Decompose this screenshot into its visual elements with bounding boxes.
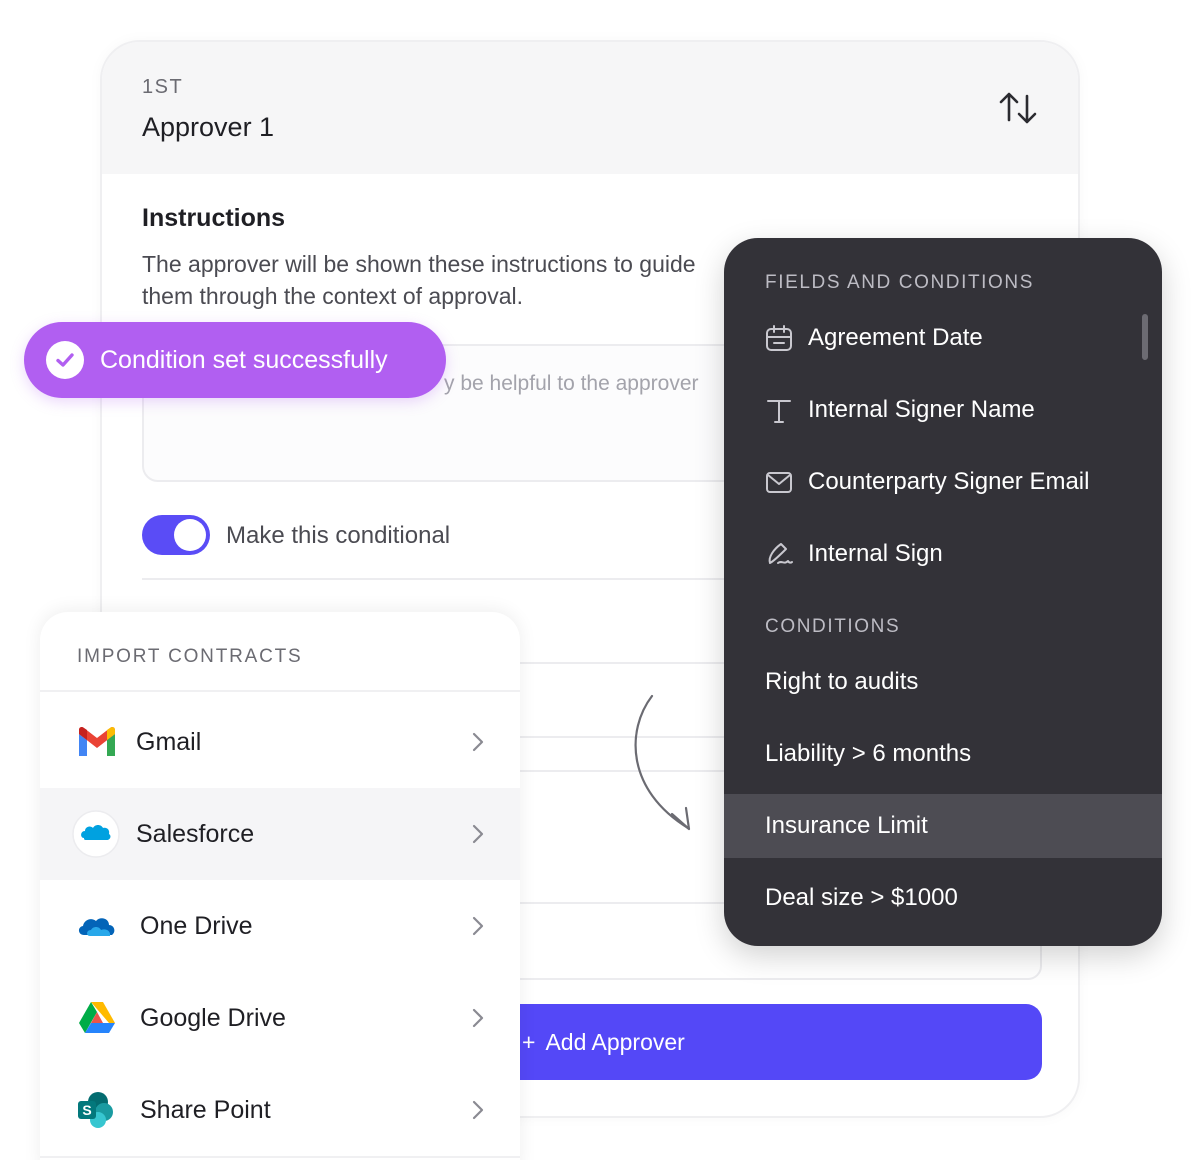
conditional-toggle[interactable] — [142, 515, 210, 555]
instructions-heading: Instructions — [142, 204, 286, 232]
field-item-internal-sign[interactable]: Internal Sign — [724, 522, 1162, 586]
sharepoint-icon: S — [78, 1092, 113, 1128]
instructions-placeholder: y be helpful to the approver — [444, 372, 699, 395]
divider — [40, 690, 520, 692]
import-source-salesforce[interactable]: Salesforce — [40, 788, 520, 880]
google-drive-icon — [79, 1002, 115, 1033]
fields-heading: FIELDS AND CONDITIONS — [765, 272, 1035, 293]
condition-item-liability[interactable]: Liability > 6 months — [724, 722, 1162, 786]
import-source-name: Salesforce — [136, 819, 255, 848]
condition-label: Insurance Limit — [765, 812, 928, 839]
chevron-right-icon — [472, 1008, 484, 1028]
field-item-internal-signer-name[interactable]: Internal Signer Name — [724, 378, 1162, 442]
add-approver-button[interactable]: + Add Approver — [502, 1004, 1042, 1080]
toast-message: Condition set successfully — [100, 345, 388, 374]
curved-arrow-icon — [634, 694, 691, 831]
success-toast: Condition set successfully — [24, 322, 446, 398]
import-source-onedrive[interactable]: One Drive — [40, 880, 520, 972]
step-label: 1ST — [142, 76, 184, 98]
condition-item-right-to-audits[interactable]: Right to audits — [724, 650, 1162, 714]
mail-icon — [766, 472, 792, 493]
import-contracts-panel: IMPORT CONTRACTS Gmail Salesforce One Dr… — [40, 612, 520, 1160]
plus-icon: + — [522, 1028, 536, 1055]
scrollbar-thumb[interactable] — [1142, 314, 1148, 360]
condition-label: Liability > 6 months — [765, 740, 972, 767]
svg-text:S: S — [82, 1102, 91, 1118]
conditional-label: Make this conditional — [226, 522, 451, 549]
divider — [40, 1156, 520, 1158]
field-item-agreement-date[interactable]: Agreement Date — [724, 306, 1162, 370]
stage: 1ST Approver 1 Instructions The approver… — [0, 0, 1200, 1160]
field-label: Internal Signer Name — [808, 396, 1035, 423]
approver-header: 1ST Approver 1 — [102, 42, 1078, 174]
salesforce-icon — [72, 810, 120, 858]
field-label: Counterparty Signer Email — [808, 468, 1090, 495]
sort-icon[interactable] — [998, 90, 1038, 126]
conditions-heading: CONDITIONS — [765, 616, 901, 637]
import-source-name: Share Point — [140, 1095, 271, 1124]
chevron-right-icon — [472, 916, 484, 936]
import-source-google-drive[interactable]: Google Drive — [40, 972, 520, 1064]
import-source-sharepoint[interactable]: S Share Point — [40, 1064, 520, 1156]
toggle-knob — [174, 519, 206, 551]
signature-icon — [768, 543, 793, 564]
condition-item-insurance-limit[interactable]: Insurance Limit — [724, 794, 1162, 858]
import-source-name: Gmail — [136, 727, 202, 756]
field-label: Internal Sign — [808, 540, 943, 567]
import-source-name: Google Drive — [140, 1003, 286, 1032]
instructions-description: The approver will be shown these instruc… — [142, 251, 696, 309]
approver-title: Approver 1 — [142, 112, 275, 142]
chevron-right-icon — [472, 1100, 484, 1120]
condition-label: Deal size > $1000 — [765, 884, 958, 911]
chevron-right-icon — [472, 732, 484, 752]
fields-panel: FIELDS AND CONDITIONS Agreement Date Int… — [724, 238, 1162, 946]
calendar-icon — [766, 325, 792, 351]
gmail-icon — [79, 726, 115, 756]
chevron-right-icon — [472, 824, 484, 844]
import-source-name: One Drive — [140, 911, 253, 940]
onedrive-icon — [78, 918, 115, 936]
condition-item-deal-size[interactable]: Deal size > $1000 — [724, 866, 1162, 930]
field-item-counterparty-signer-email[interactable]: Counterparty Signer Email — [724, 450, 1162, 514]
field-label: Agreement Date — [808, 324, 983, 351]
import-source-gmail[interactable]: Gmail — [40, 696, 520, 788]
text-icon — [767, 400, 791, 423]
import-title: IMPORT CONTRACTS — [77, 646, 303, 667]
check-circle-icon — [46, 341, 84, 379]
add-approver-label: Add Approver — [545, 1028, 685, 1055]
condition-label: Right to audits — [765, 668, 919, 695]
